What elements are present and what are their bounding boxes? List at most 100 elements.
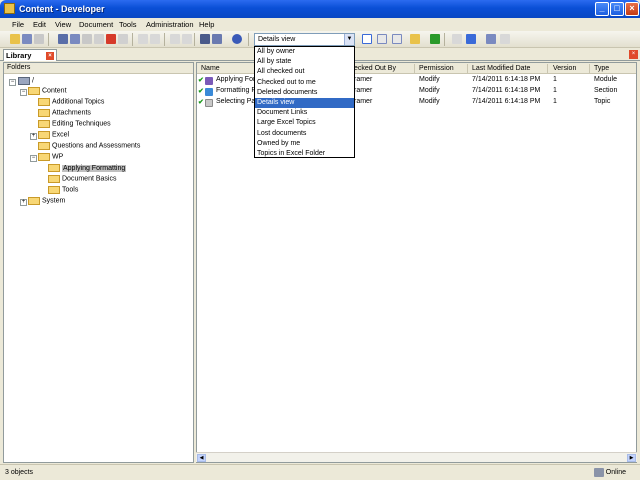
close-button[interactable]: × xyxy=(625,2,639,16)
folder-icon xyxy=(38,120,50,128)
view-option[interactable]: All checked out xyxy=(255,67,354,77)
view-select-value: Details view xyxy=(258,36,296,43)
view-dropdown[interactable]: All by owner All by state All checked ou… xyxy=(254,46,355,158)
tree-item-content[interactable]: Content xyxy=(28,87,67,97)
horizontal-scrollbar[interactable]: ◀ ▶ xyxy=(196,452,637,462)
row-permission: Modify xyxy=(419,76,440,83)
menu-administration[interactable]: Administration xyxy=(146,20,194,29)
tree-item-wp[interactable]: WP xyxy=(38,153,63,163)
folders-pane: Folders − / − Content Additional Topics … xyxy=(3,62,194,463)
view-option[interactable]: Large Excel Topics xyxy=(255,118,354,128)
folder-icon xyxy=(38,109,50,117)
status-count: 3 objects xyxy=(5,469,34,476)
lock-icon[interactable] xyxy=(500,34,510,44)
tree-item-additional-topics[interactable]: Additional Topics xyxy=(38,98,104,108)
view-option[interactable]: All by owner xyxy=(255,47,354,57)
maximize-button[interactable]: □ xyxy=(610,2,624,16)
row-modified: 7/14/2011 6:14:18 PM xyxy=(472,76,541,83)
rename-icon[interactable] xyxy=(118,34,128,44)
copy-icon[interactable] xyxy=(70,34,80,44)
menu-document[interactable]: Document xyxy=(79,20,113,29)
view-option[interactable]: Lost documents xyxy=(255,129,354,139)
expand-icon[interactable]: + xyxy=(20,199,27,206)
collapse-icon[interactable]: − xyxy=(20,89,27,96)
tree-item-tools[interactable]: Tools xyxy=(48,186,78,196)
tree-item-applying-formatting[interactable]: Applying Formatting xyxy=(48,164,127,174)
details-view-icon[interactable] xyxy=(362,34,372,44)
folder-icon xyxy=(28,87,40,95)
window-title: Content - Developer xyxy=(19,4,105,14)
menu-view[interactable]: View xyxy=(55,20,71,29)
redo-icon[interactable] xyxy=(150,34,160,44)
menu-file[interactable]: File xyxy=(12,20,24,29)
column-version[interactable]: Version xyxy=(553,65,576,72)
topic-icon xyxy=(205,99,213,107)
column-name[interactable]: Name xyxy=(201,65,220,72)
column-last-modified[interactable]: Last Modified Date xyxy=(472,65,530,72)
view-option[interactable]: All by state xyxy=(255,57,354,67)
view-option[interactable]: Document Links xyxy=(255,108,354,118)
row-modified: 7/14/2011 6:14:18 PM xyxy=(472,98,541,105)
view-select[interactable]: Details view ▼ xyxy=(254,33,355,46)
row-type: Module xyxy=(594,76,617,83)
tree-item-excel[interactable]: Excel xyxy=(38,131,69,141)
app-icon xyxy=(4,3,15,14)
delete-icon[interactable] xyxy=(106,34,116,44)
close-pane-icon[interactable]: × xyxy=(629,50,638,59)
connection-status: Online xyxy=(605,469,626,476)
print-icon[interactable] xyxy=(34,34,44,44)
menu-edit[interactable]: Edit xyxy=(33,20,46,29)
expand-icon[interactable]: + xyxy=(30,133,37,140)
section-icon xyxy=(205,88,213,96)
view-option-selected[interactable]: Details view xyxy=(255,97,354,109)
back-icon[interactable] xyxy=(170,34,180,44)
tree-item-system[interactable]: System xyxy=(28,197,65,207)
folder-icon xyxy=(48,175,60,183)
checkin-icon[interactable] xyxy=(452,34,462,44)
tab-library[interactable]: Library × xyxy=(3,49,57,61)
refresh-icon[interactable] xyxy=(430,34,440,44)
open-icon[interactable] xyxy=(10,34,20,44)
column-permission[interactable]: Permission xyxy=(419,65,454,72)
window-titlebar: Content - Developer _ □ × xyxy=(0,0,640,18)
menu-tools[interactable]: Tools xyxy=(119,20,137,29)
forward-icon[interactable] xyxy=(182,34,192,44)
help-icon[interactable] xyxy=(232,34,242,44)
row-checked-out-by: ramer xyxy=(354,98,373,105)
checkout-icon[interactable] xyxy=(466,34,476,44)
cut-icon[interactable] xyxy=(58,34,68,44)
view-option[interactable]: Topics in Excel Folder xyxy=(255,149,354,159)
folder-icon xyxy=(38,153,50,161)
split-view-icon[interactable] xyxy=(392,34,402,44)
spellcheck-icon[interactable] xyxy=(212,34,222,44)
view-option[interactable]: Deleted documents xyxy=(255,88,354,98)
close-tab-icon[interactable]: × xyxy=(46,52,54,60)
chevron-down-icon[interactable]: ▼ xyxy=(344,34,354,45)
list-view-icon[interactable] xyxy=(377,34,387,44)
undo-icon[interactable] xyxy=(138,34,148,44)
scroll-right-icon[interactable]: ▶ xyxy=(627,454,636,462)
view-option[interactable]: Checked out to me xyxy=(255,78,354,88)
scroll-left-icon[interactable]: ◀ xyxy=(197,454,206,462)
paste-icon[interactable] xyxy=(82,34,92,44)
collapse-icon[interactable]: − xyxy=(30,155,37,162)
properties-icon[interactable] xyxy=(94,34,104,44)
tree-item-attachments[interactable]: Attachments xyxy=(38,109,91,119)
publish-icon[interactable] xyxy=(486,34,496,44)
new-folder-icon[interactable] xyxy=(410,34,420,44)
collapse-icon[interactable]: − xyxy=(9,79,16,86)
find-icon[interactable] xyxy=(200,34,210,44)
tree-item-document-basics[interactable]: Document Basics xyxy=(48,175,116,185)
minimize-button[interactable]: _ xyxy=(595,2,609,16)
tree-item-root[interactable]: / xyxy=(18,77,34,87)
row-version: 1 xyxy=(553,98,557,105)
checkmark-icon: ✔ xyxy=(198,88,204,95)
view-option[interactable]: Owned by me xyxy=(255,139,354,149)
row-permission: Modify xyxy=(419,87,440,94)
row-type: Section xyxy=(594,87,618,94)
menu-help[interactable]: Help xyxy=(199,20,214,29)
save-icon[interactable] xyxy=(22,34,32,44)
tree-item-editing-techniques[interactable]: Editing Techniques xyxy=(38,120,111,130)
column-type[interactable]: Type xyxy=(594,65,609,72)
tree-item-questions[interactable]: Questions and Assessments xyxy=(38,142,140,152)
